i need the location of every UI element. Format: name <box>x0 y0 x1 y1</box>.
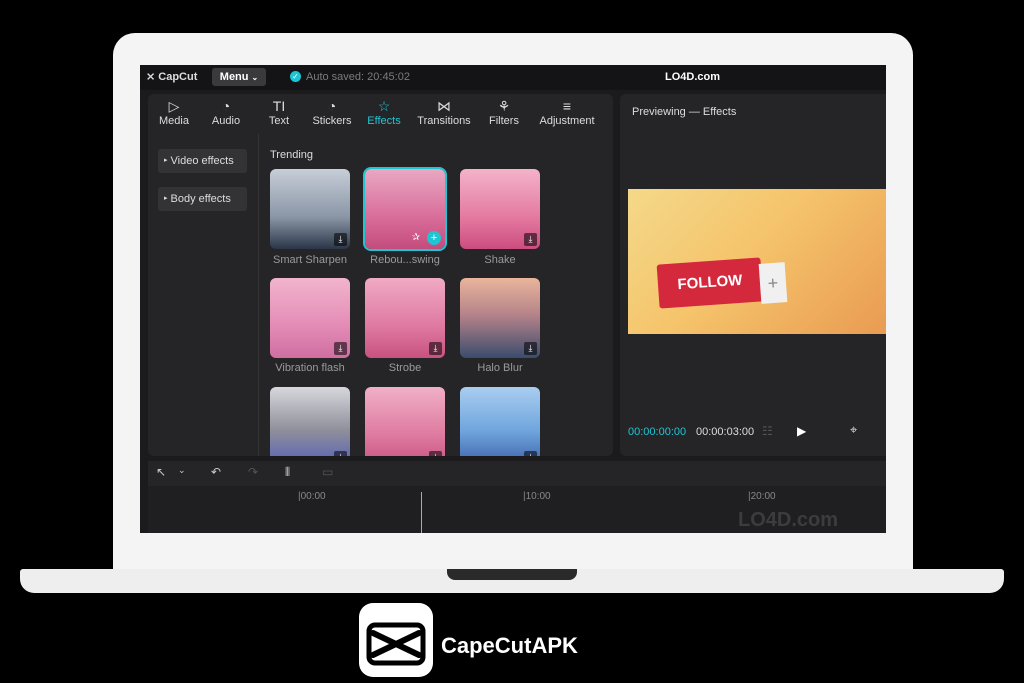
follow-button-overlay: FOLLOW <box>656 257 764 309</box>
app-logo-text: CapCut <box>158 71 198 83</box>
stickers-icon: ◔ <box>327 98 337 114</box>
preview-panel: Previewing — Effects FOLLOW + 00:00:00:0… <box>620 94 886 456</box>
tab-label: Media <box>159 115 189 127</box>
preview-video: FOLLOW + <box>628 189 886 334</box>
sidebar-item-label: Video effects <box>170 155 234 167</box>
effect-label: Smart Sharpen <box>273 254 347 266</box>
watermark: LO4D.com <box>738 509 839 531</box>
tab-text[interactable]: TI Text <box>250 97 308 127</box>
caret-right-icon: ▸ <box>164 195 168 203</box>
tab-label: Effects <box>367 115 401 127</box>
app-window: ⨯ CapCut Menu ⌄ ✓ Auto saved: 20:45:02 LO… <box>140 65 886 533</box>
grid-icon[interactable]: ☷ <box>762 424 773 438</box>
effect-card[interactable]: ⤓ <box>365 387 445 456</box>
effect-card[interactable]: ⤓ <box>270 387 350 456</box>
autosave-status: Auto saved: 20:45:02 <box>306 71 410 83</box>
app-logo: ⨯ CapCut <box>146 70 197 83</box>
download-icon: ⤓ <box>429 451 442 456</box>
sidebar-item-body-effects[interactable]: ▸ Body effects <box>158 187 247 211</box>
sidebar-item-video-effects[interactable]: ▸ Video effects <box>158 149 247 173</box>
timeline: ↖ ⌄ ↶ ↷ ⫴ ▭ |00:00 |10:00 |20:00 LO4D.co… <box>148 461 886 533</box>
tab-media[interactable]: ▷ Media <box>148 97 203 127</box>
download-icon: ⤓ <box>524 342 537 355</box>
capcut-logo-icon: ⨯ <box>146 71 156 83</box>
star-icon: ✰ <box>411 232 421 243</box>
section-title: Trending <box>270 149 314 161</box>
tab-label: Stickers <box>312 115 352 127</box>
duration-timecode: 00:00:03:00 <box>696 426 755 438</box>
download-icon: ⤓ <box>334 233 347 246</box>
split-icon[interactable]: ⫴ <box>285 465 290 480</box>
audio-icon: ◔ <box>221 98 231 114</box>
site-label: LO4D.com <box>665 71 721 83</box>
tab-label: Adjustment <box>539 115 595 127</box>
tab-label: Text <box>268 115 290 127</box>
effect-card-halo-blur[interactable]: ⤓ <box>460 278 540 358</box>
title-bar: ⨯ CapCut Menu ⌄ ✓ Auto saved: 20:45:02 LO… <box>140 65 886 90</box>
effects-icon: ☆ <box>377 98 391 114</box>
tab-label: Transitions <box>417 115 471 127</box>
follow-plus-overlay: + <box>758 262 788 304</box>
effect-label: Shake <box>484 254 516 266</box>
download-icon: ⤓ <box>429 342 442 355</box>
add-icon[interactable]: + <box>427 231 441 245</box>
transitions-icon: ⋈ <box>437 98 451 114</box>
screenshot-icon[interactable]: ⌖ <box>850 422 857 438</box>
tab-adjustment[interactable]: ≡ Adjustment <box>532 97 602 127</box>
tab-audio[interactable]: ◔ Audio <box>197 97 255 127</box>
timeline-tick: |00:00 <box>298 491 326 502</box>
play-icon[interactable]: ▶ <box>797 424 806 438</box>
download-icon: ⤓ <box>334 342 347 355</box>
effects-sidebar: ▸ Video effects ▸ Body effects <box>148 134 259 456</box>
timeline-tick: |20:00 <box>748 491 776 502</box>
effect-card-shake[interactable]: ⤓ <box>460 169 540 249</box>
current-timecode: 00:00:00:00 <box>628 426 687 438</box>
text-icon: TI <box>272 98 286 114</box>
menu-button[interactable]: Menu ⌄ <box>212 68 266 86</box>
media-toolbar: ▷ Media ◔ Audio TI Text ◔ Stickers ☆ Eff… <box>148 94 613 134</box>
adjustment-icon: ≡ <box>562 98 572 114</box>
media-icon: ▷ <box>168 98 180 114</box>
download-icon: ⤓ <box>524 233 537 246</box>
tab-stickers[interactable]: ◔ Stickers <box>303 97 361 127</box>
timeline-tick: |10:00 <box>523 491 551 502</box>
undo-icon[interactable]: ↶ <box>211 465 221 479</box>
tab-effects[interactable]: ☆ Effects <box>355 97 413 127</box>
tab-label: Audio <box>211 115 241 127</box>
delete-icon[interactable]: ▭ <box>322 465 333 479</box>
preview-title: Previewing — Effects <box>632 106 737 118</box>
effect-card-strobe[interactable]: ⤓ <box>365 278 445 358</box>
download-icon: ⤓ <box>334 451 347 456</box>
check-icon: ✓ <box>290 71 301 82</box>
playhead[interactable] <box>421 492 422 533</box>
caret-right-icon: ▸ <box>164 157 168 165</box>
chevron-down-icon: ⌄ <box>251 73 259 82</box>
effect-label: Strobe <box>388 362 422 374</box>
sidebar-item-label: Body effects <box>170 193 231 205</box>
effect-label: Rebou...swing <box>370 254 440 266</box>
tab-transitions[interactable]: ⋈ Transitions <box>415 97 473 127</box>
effect-card-smart-sharpen[interactable]: ⤓ <box>270 169 350 249</box>
effect-label: Halo Blur <box>477 362 523 374</box>
effect-label: Vibration flash <box>275 362 345 374</box>
capcut-logo-icon <box>366 622 426 666</box>
tab-filters[interactable]: ⚘ Filters <box>475 97 533 127</box>
menu-label: Menu <box>219 71 249 83</box>
effect-card-rebound-swing[interactable]: ✰ + <box>365 169 445 249</box>
tab-label: Filters <box>489 115 519 127</box>
laptop-notch <box>447 569 577 580</box>
brand-name: CapeCutAPK <box>441 633 578 658</box>
select-cursor-icon[interactable]: ↖ <box>156 465 166 479</box>
redo-icon[interactable]: ↷ <box>248 465 258 479</box>
brand-logo <box>359 603 433 677</box>
effects-panel: ▷ Media ◔ Audio TI Text ◔ Stickers ☆ Eff… <box>148 94 613 456</box>
timeline-toolbar: ↖ ⌄ ↶ ↷ ⫴ ▭ <box>148 461 886 486</box>
effect-card-vibration-flash[interactable]: ⤓ <box>270 278 350 358</box>
chevron-down-icon[interactable]: ⌄ <box>178 465 186 476</box>
download-icon: ⤓ <box>524 451 537 456</box>
effect-card[interactable]: ⤓ <box>460 387 540 456</box>
filters-icon: ⚘ <box>497 98 511 114</box>
